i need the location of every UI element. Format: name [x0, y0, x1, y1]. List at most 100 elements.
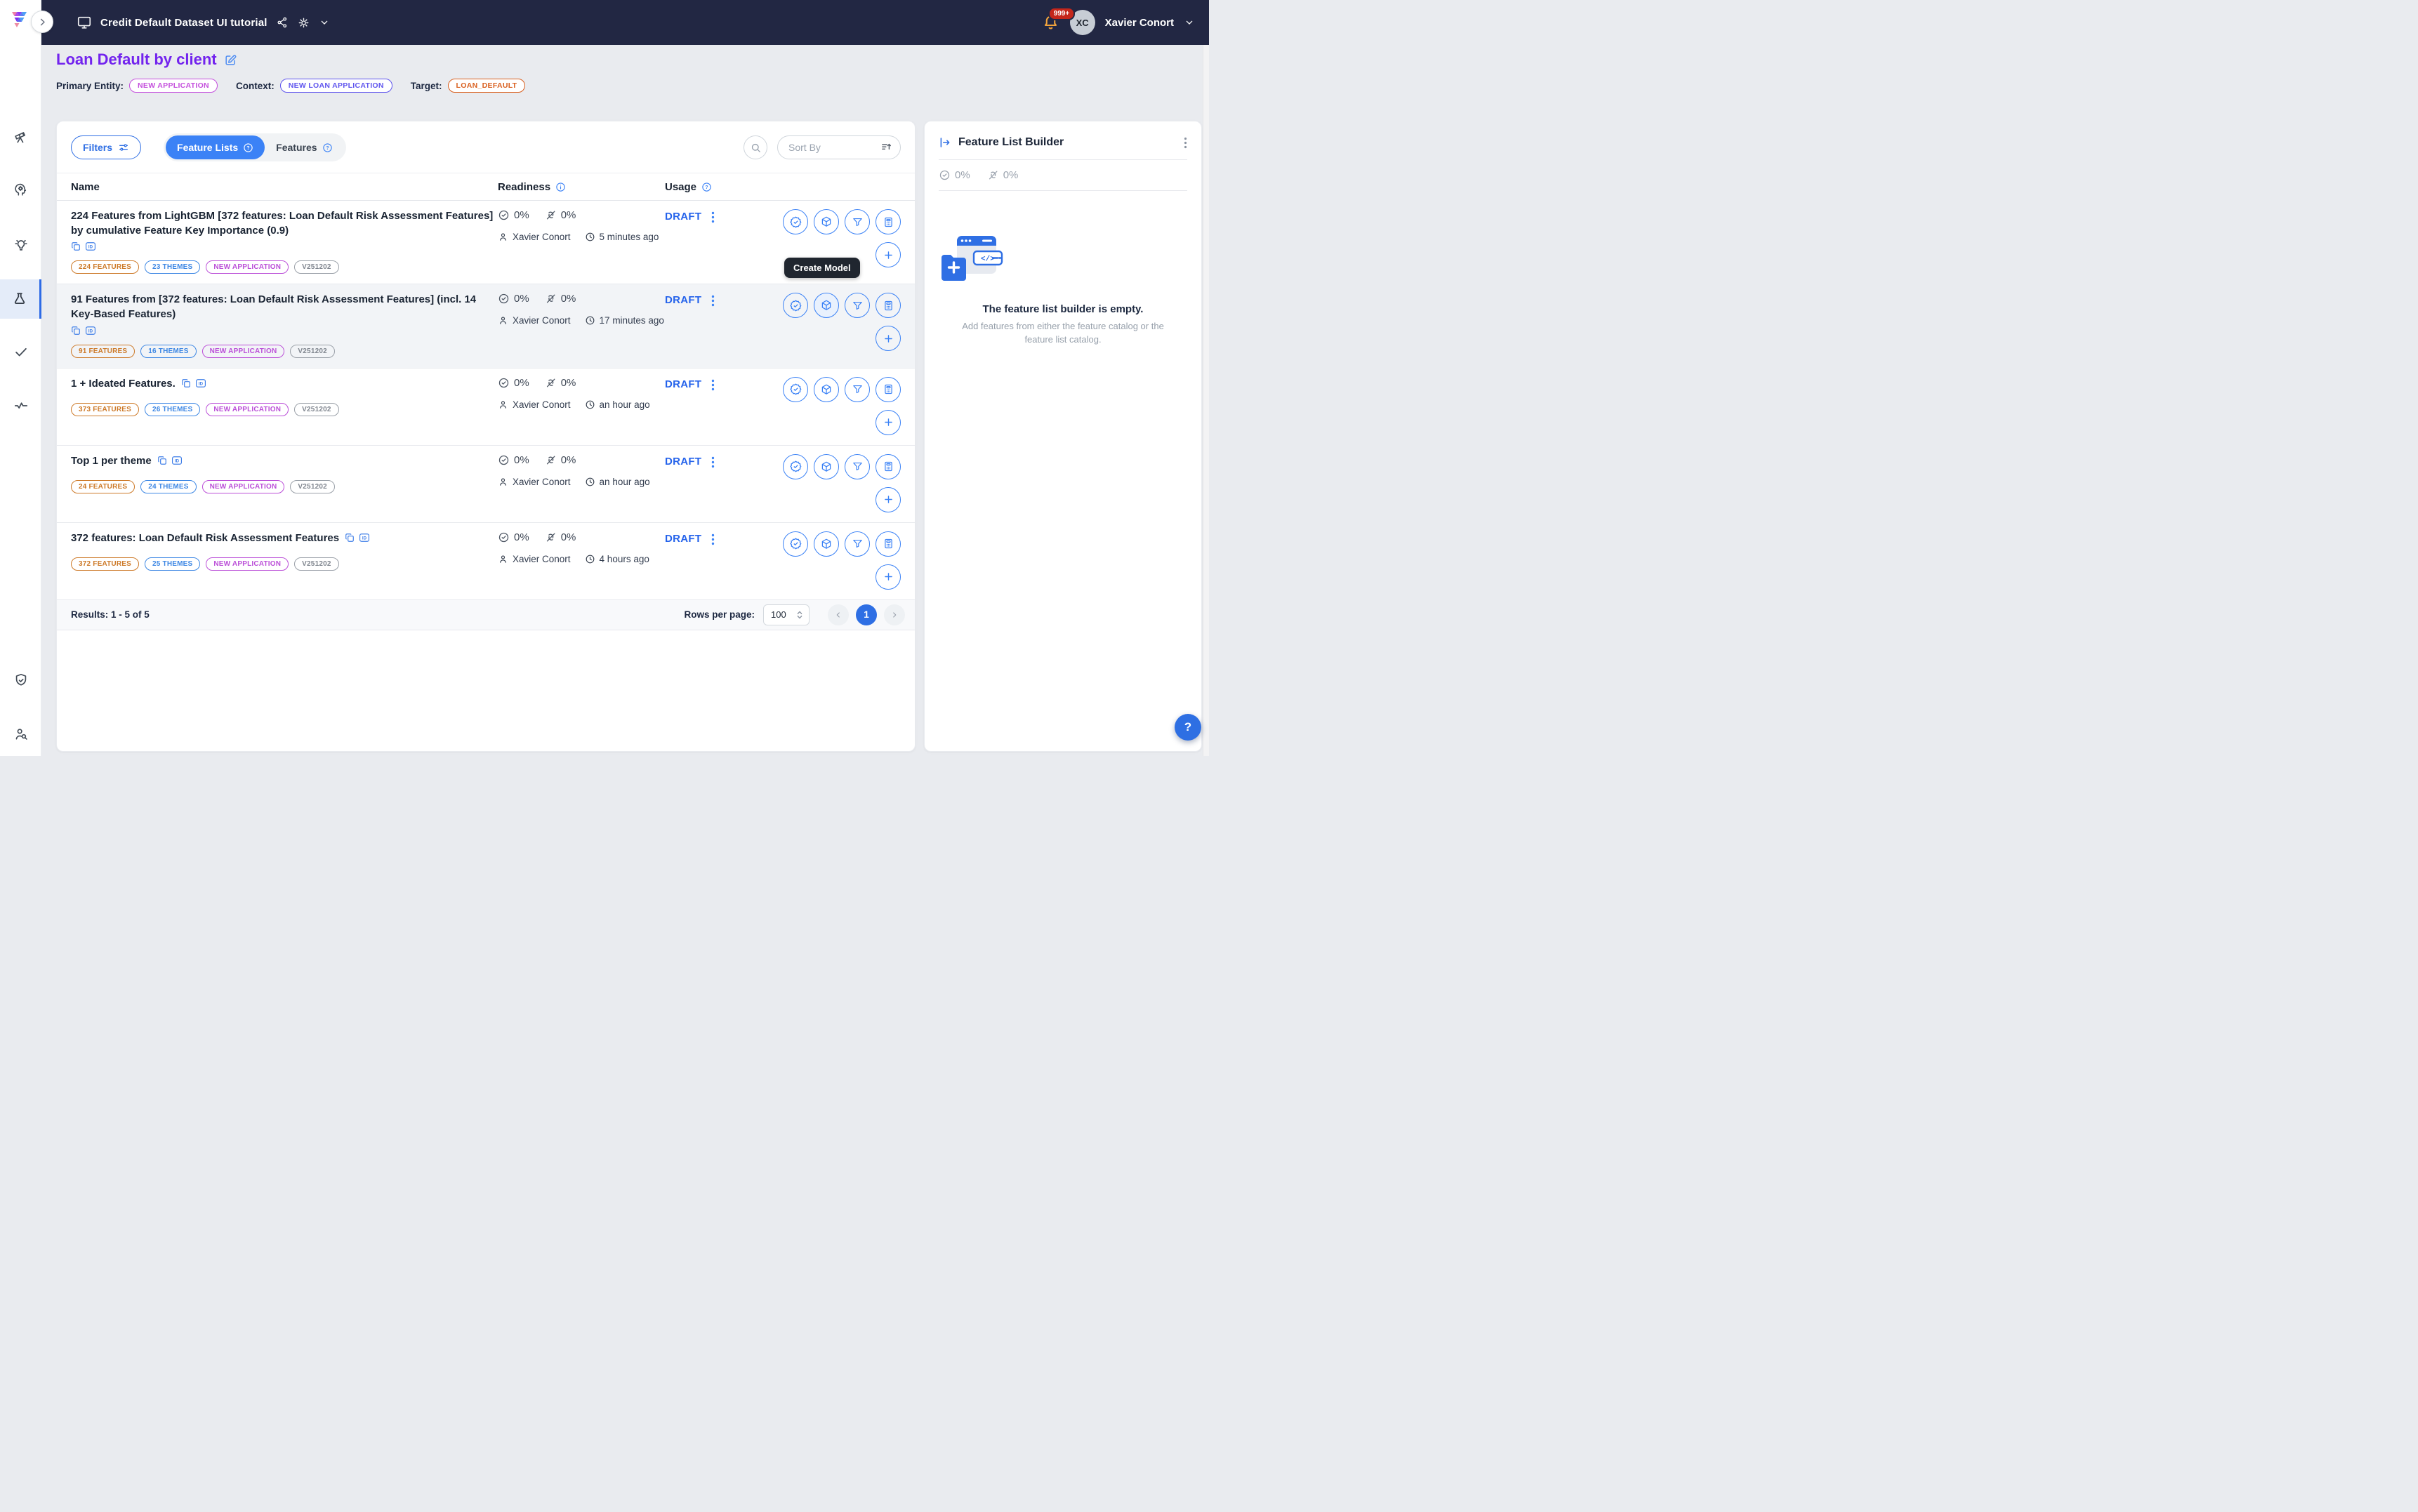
compute-action-button[interactable]: [876, 531, 901, 557]
scrollbar-track[interactable]: [1203, 45, 1209, 756]
builder-menu-icon[interactable]: [1184, 136, 1187, 149]
add-to-builder-button[interactable]: [876, 487, 901, 512]
filter-action-button[interactable]: [845, 531, 870, 557]
readiness-action-button[interactable]: [783, 377, 808, 402]
sort-by-input[interactable]: [777, 135, 901, 159]
table-row[interactable]: 372 features: Loan Default Risk Assessme…: [57, 523, 915, 600]
row-menu-icon[interactable]: [711, 294, 715, 307]
row-menu-icon[interactable]: [711, 456, 715, 468]
status-badge[interactable]: DRAFT: [665, 456, 701, 467]
compute-action-button[interactable]: [876, 209, 901, 234]
readiness-value: 0%: [514, 531, 529, 543]
readiness-action-button[interactable]: [783, 293, 808, 318]
chevron-right-icon: [37, 17, 48, 27]
copy-id-icon[interactable]: ID: [195, 378, 206, 388]
copy-id-icon[interactable]: ID: [85, 326, 96, 336]
sidebar-item-knowledge[interactable]: [0, 174, 41, 205]
table-header: Name Readiness Usage ?: [57, 173, 915, 201]
sidebar: [0, 0, 41, 756]
next-page-button[interactable]: [884, 604, 905, 625]
owner-name: Xavier Conort: [513, 477, 571, 487]
empty-builder-illustration: </>: [939, 234, 1003, 285]
question-icon: ?: [243, 142, 253, 153]
person-icon: [498, 554, 508, 564]
notifications-bell[interactable]: 999+: [1042, 13, 1060, 32]
compute-action-button[interactable]: [876, 293, 901, 318]
gear-icon[interactable]: [297, 16, 310, 29]
feature-list-name[interactable]: 372 features: Loan Default Risk Assessme…: [71, 532, 339, 544]
sidebar-item-user-search[interactable]: [0, 719, 41, 750]
create-model-button[interactable]: [814, 531, 839, 557]
readiness-action-button[interactable]: [783, 209, 808, 234]
table-row[interactable]: 91 Features from [372 features: Loan Def…: [57, 284, 915, 368]
info-icon[interactable]: [555, 182, 566, 192]
tab-group: Feature Lists ? Features ?: [164, 133, 346, 161]
row-menu-icon[interactable]: [711, 533, 715, 545]
feature-list-name[interactable]: 224 Features from LightGBM [372 features…: [71, 210, 493, 237]
share-icon[interactable]: [276, 16, 289, 29]
feature-list-name[interactable]: 91 Features from [372 features: Loan Def…: [71, 293, 476, 320]
tab-features[interactable]: Features ?: [265, 135, 343, 159]
copy-icon[interactable]: [71, 241, 81, 251]
filter-action-button[interactable]: [845, 293, 870, 318]
prev-page-button[interactable]: [828, 604, 849, 625]
question-icon[interactable]: ?: [701, 182, 712, 192]
copy-id-icon[interactable]: ID: [359, 533, 370, 543]
sidebar-item-explore[interactable]: [0, 121, 41, 152]
tab-feature-lists[interactable]: Feature Lists ?: [166, 135, 265, 159]
plus-icon: [883, 493, 894, 505]
copy-id-icon[interactable]: ID: [171, 456, 183, 465]
readiness-action-button[interactable]: [783, 454, 808, 479]
status-badge[interactable]: DRAFT: [665, 533, 701, 545]
project-name[interactable]: Credit Default Dataset UI tutorial: [100, 17, 267, 29]
sidebar-item-monitor[interactable]: [0, 390, 41, 421]
table-row[interactable]: 1 + Ideated Features. ID 373 FEATURES 26…: [57, 369, 915, 446]
copy-icon[interactable]: [345, 533, 355, 543]
help-button[interactable]: ?: [1175, 714, 1201, 741]
status-badge[interactable]: DRAFT: [665, 294, 701, 306]
filter-action-button[interactable]: [845, 209, 870, 234]
sidebar-item-experiment-active[interactable]: [0, 279, 41, 319]
sidebar-item-governance[interactable]: [0, 665, 41, 696]
filters-button[interactable]: Filters: [71, 135, 141, 159]
topbar: Credit Default Dataset UI tutorial 999+ …: [41, 0, 1209, 45]
feature-list-name[interactable]: 1 + Ideated Features.: [71, 378, 176, 390]
sidebar-expand-button[interactable]: [31, 11, 53, 33]
add-to-builder-button[interactable]: [876, 564, 901, 590]
status-badge[interactable]: DRAFT: [665, 211, 701, 223]
compute-action-button[interactable]: [876, 377, 901, 402]
row-menu-icon[interactable]: [711, 378, 715, 391]
head-gear-icon: [13, 182, 29, 197]
funnel-icon: [852, 300, 864, 312]
page-1-button[interactable]: 1: [856, 604, 877, 625]
readiness-check-icon: [498, 454, 510, 466]
copy-id-icon[interactable]: ID: [85, 241, 96, 251]
readiness-action-button[interactable]: [783, 531, 808, 557]
rows-per-page-select[interactable]: 100: [763, 604, 810, 625]
filter-action-button[interactable]: [845, 454, 870, 479]
copy-icon[interactable]: [157, 456, 167, 465]
create-model-button[interactable]: [814, 454, 839, 479]
create-model-button[interactable]: [814, 377, 839, 402]
copy-icon[interactable]: [71, 326, 81, 336]
feature-list-name[interactable]: Top 1 per theme: [71, 455, 152, 467]
sidebar-item-approve[interactable]: [0, 336, 41, 367]
chevron-down-icon[interactable]: [319, 17, 330, 28]
search-button[interactable]: [744, 135, 767, 159]
add-to-builder-button[interactable]: [876, 326, 901, 351]
add-to-builder-button[interactable]: [876, 410, 901, 435]
sidebar-item-ideate[interactable]: [0, 230, 41, 260]
row-menu-icon[interactable]: [711, 211, 715, 223]
copy-icon[interactable]: [181, 378, 191, 388]
compute-action-button[interactable]: [876, 454, 901, 479]
filter-action-button[interactable]: [845, 377, 870, 402]
table-row[interactable]: Top 1 per theme ID 24 FEATURES 24 THEMES…: [57, 446, 915, 523]
create-model-button[interactable]: [814, 209, 839, 234]
svg-text:</>: </>: [981, 256, 995, 264]
create-model-button[interactable]: [814, 293, 839, 318]
add-to-builder-button[interactable]: [876, 242, 901, 267]
status-badge[interactable]: DRAFT: [665, 378, 701, 390]
user-menu-chevron-icon[interactable]: [1184, 17, 1195, 28]
svg-text:ID: ID: [88, 329, 93, 333]
edit-title-icon[interactable]: [224, 53, 237, 67]
